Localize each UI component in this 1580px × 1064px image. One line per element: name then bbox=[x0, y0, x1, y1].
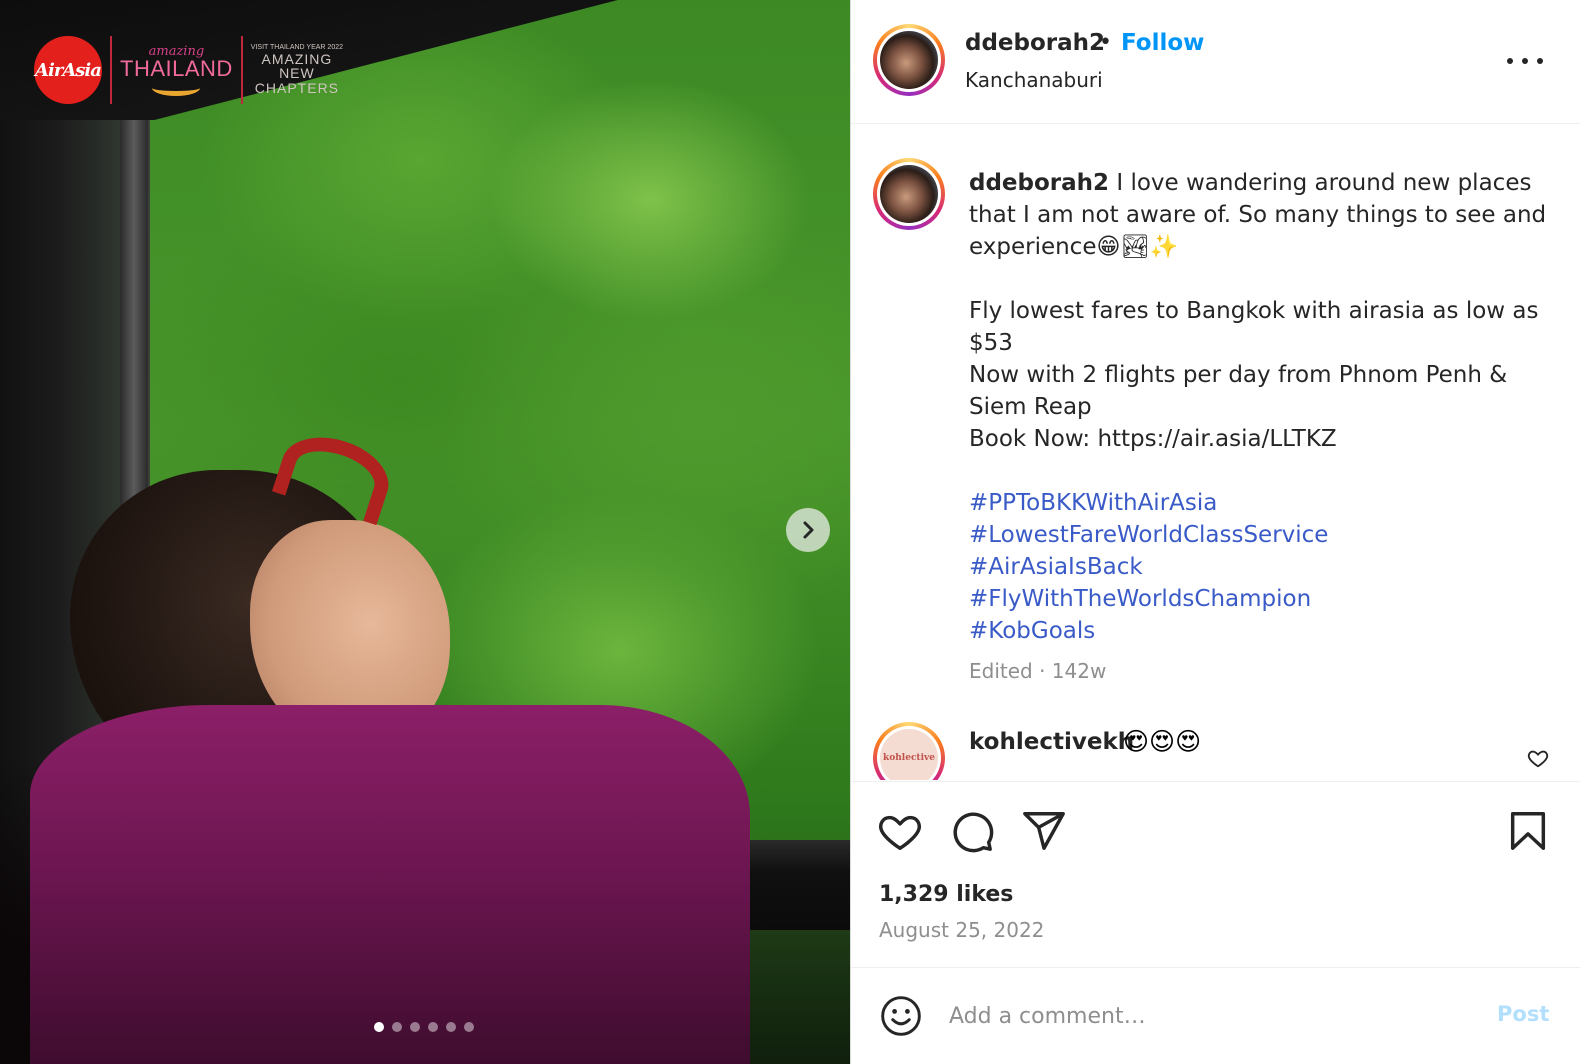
carousel-dot bbox=[464, 1022, 474, 1032]
chapters-line-3: CHAPTERS bbox=[254, 80, 340, 97]
author-avatar-photo bbox=[880, 31, 938, 89]
caption-username[interactable]: ddeborah2 bbox=[969, 170, 1109, 196]
more-options-icon[interactable] bbox=[1507, 54, 1543, 68]
logo-divider bbox=[110, 36, 112, 104]
post-actions: 1,329 likes August 25, 2022 bbox=[851, 781, 1580, 967]
carousel-dot bbox=[374, 1022, 384, 1032]
sponsor-logos: AirAsia amazing THAILAND VISIT THAILAND … bbox=[34, 34, 343, 106]
hashtag-link[interactable]: #PPToBKKWithAirAsia bbox=[969, 487, 1328, 519]
emoji-smiley-icon[interactable] bbox=[879, 994, 923, 1038]
caption-avatar-photo bbox=[880, 165, 938, 223]
share-send-icon[interactable] bbox=[1021, 808, 1067, 854]
caption-text: I love wandering around new places that … bbox=[969, 170, 1547, 452]
amazing-thailand-logo: amazing THAILAND bbox=[120, 45, 233, 96]
hashtag-link[interactable]: #AirAsiaIsBack bbox=[969, 551, 1328, 583]
commenter-username[interactable]: kohlectivekh bbox=[969, 729, 1134, 755]
carousel-next-button[interactable] bbox=[786, 508, 830, 552]
carousel-indicator bbox=[374, 1022, 474, 1032]
post-location[interactable]: Kanchanaburi bbox=[965, 68, 1103, 92]
thailand-swoosh bbox=[152, 80, 201, 96]
likes-count[interactable]: 1,329 likes bbox=[879, 882, 1013, 907]
comment-bubble-icon[interactable] bbox=[949, 808, 995, 854]
post-details-panel: ddeborah2 • Follow Kanchanaburi ddeborah… bbox=[850, 0, 1580, 1064]
person-shirt bbox=[30, 705, 750, 1064]
carousel-dot bbox=[446, 1022, 456, 1032]
follow-button[interactable]: Follow bbox=[1121, 30, 1204, 56]
carousel-dot bbox=[410, 1022, 420, 1032]
hashtag-list: #PPToBKKWithAirAsia #LowestFareWorldClas… bbox=[969, 487, 1328, 647]
carousel-dot bbox=[392, 1022, 402, 1032]
comment-input[interactable] bbox=[949, 998, 1469, 1034]
commenter-avatar[interactable]: kohlective bbox=[873, 722, 945, 780]
separator-dot: • bbox=[1099, 30, 1112, 55]
chapters-line-1: AMAZING bbox=[261, 50, 333, 67]
hashtag-link[interactable]: #KobGoals bbox=[969, 615, 1328, 647]
post-media[interactable]: AirAsia amazing THAILAND VISIT THAILAND … bbox=[0, 0, 858, 1064]
hashtag-link[interactable]: #LowestFareWorldClassService bbox=[969, 519, 1328, 551]
comments-list[interactable]: ddeborah2 I love wandering around new pl… bbox=[851, 125, 1580, 780]
airasia-logo: AirAsia bbox=[34, 36, 102, 104]
chevron-right-icon bbox=[803, 521, 814, 539]
author-avatar[interactable] bbox=[873, 24, 945, 96]
logo-divider bbox=[240, 36, 243, 104]
post-date[interactable]: August 25, 2022 bbox=[879, 918, 1044, 942]
comment-like-icon[interactable] bbox=[1527, 747, 1549, 769]
caption-edited-time: Edited · 142w bbox=[969, 659, 1107, 683]
like-heart-icon[interactable] bbox=[877, 808, 923, 854]
hashtag-link[interactable]: #FlyWithTheWorldsChampion bbox=[969, 583, 1328, 615]
chapters-line-2: NEW bbox=[279, 65, 315, 82]
post-caption: ddeborah2 I love wandering around new pl… bbox=[969, 167, 1559, 455]
post-comment-button[interactable]: Post bbox=[1497, 1002, 1549, 1026]
save-bookmark-icon[interactable] bbox=[1505, 808, 1551, 854]
caption-author-avatar[interactable] bbox=[873, 158, 945, 230]
carousel-dot bbox=[428, 1022, 438, 1032]
post-header: ddeborah2 • Follow Kanchanaburi bbox=[851, 0, 1580, 124]
comment-text: 😍😍😍 bbox=[1123, 727, 1202, 756]
add-comment-bar: Post bbox=[851, 967, 1580, 1064]
commenter-avatar-photo: kohlective bbox=[880, 729, 938, 780]
author-username[interactable]: ddeborah2 bbox=[965, 30, 1105, 56]
amazing-new-chapters-logo: VISIT THAILAND YEAR 2022 AMAZING NEW CHA… bbox=[251, 44, 343, 95]
thailand-label: THAILAND bbox=[120, 55, 233, 81]
